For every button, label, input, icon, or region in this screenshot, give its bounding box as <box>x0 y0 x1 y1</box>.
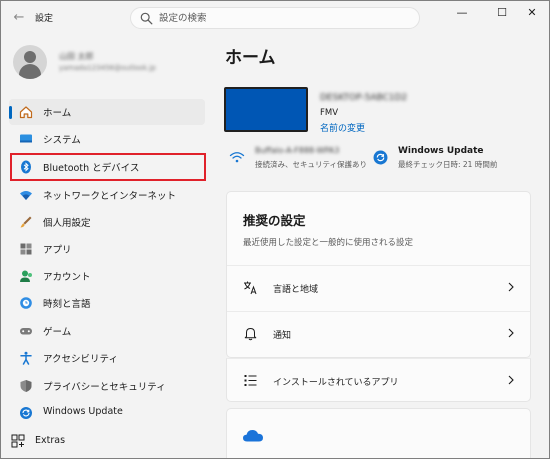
sidebar-item-label: アカウント <box>43 272 91 283</box>
sidebar-item-personalization[interactable]: 個人用設定 <box>9 209 205 235</box>
privacy-shield-icon <box>20 380 32 392</box>
chevron-right-icon <box>508 375 514 385</box>
accounts-icon <box>20 270 32 282</box>
settings-row-notifications[interactable]: 通知 <box>227 311 530 355</box>
sidebar-item-label: アクセシビリティ <box>43 354 118 365</box>
sidebar-item-time-language[interactable]: 時刻と言語 <box>9 290 205 316</box>
onedrive-cloud-icon <box>243 430 263 442</box>
settings-window: ← 設定 — ☐ ✕ 山田 太郎 yamada123456@outlook.jp… <box>0 0 550 459</box>
windows-update-title: Windows Update <box>398 146 484 156</box>
network-status-text: 接続済み、セキュリティ保護あり <box>255 160 368 169</box>
network-icon <box>20 191 32 200</box>
device-thumbnail <box>224 87 308 132</box>
app-title: 設定 <box>35 14 54 24</box>
sidebar-item-label: ネットワークとインターネット <box>43 191 177 202</box>
sidebar-item-home[interactable]: ホーム <box>9 99 205 125</box>
sidebar-item-accounts[interactable]: アカウント <box>9 263 205 289</box>
maximize-button[interactable]: ☐ <box>485 1 519 27</box>
sidebar-item-label: Extras <box>35 435 66 446</box>
accessibility-icon <box>20 351 32 365</box>
settings-row-language-region[interactable]: 言語と地域 <box>227 265 530 309</box>
language-region-icon <box>244 281 257 295</box>
network-name: Buffalo-A-F888-WPA3 <box>255 146 340 155</box>
windows-update-last-check: 最終チェック日時: 21 時間前 <box>398 160 498 169</box>
profile-email: yamada123456@outlook.jp <box>59 64 156 72</box>
sidebar-item-label: ホーム <box>43 108 72 119</box>
sidebar-item-gaming[interactable]: ゲーム <box>9 318 205 344</box>
notification-bell-icon <box>244 328 257 341</box>
settings-row-installed-apps[interactable]: インストールされているアプリ <box>226 358 531 402</box>
active-indicator <box>9 106 12 119</box>
user-profile[interactable]: 山田 太郎 yamada123456@outlook.jp <box>13 45 203 81</box>
personalization-icon <box>20 216 32 228</box>
device-model: FMV <box>320 108 339 118</box>
card-subtitle: 最近使用した設定と一般的に使用される設定 <box>243 238 414 248</box>
chevron-right-icon <box>508 282 514 292</box>
highlight-box <box>10 153 206 181</box>
system-icon <box>20 134 32 143</box>
chevron-right-icon <box>508 328 514 338</box>
search-input[interactable] <box>159 8 409 28</box>
windows-update-icon <box>373 150 388 165</box>
avatar <box>13 45 47 79</box>
sidebar-item-apps[interactable]: アプリ <box>9 236 205 262</box>
installed-apps-icon <box>244 375 257 386</box>
network-status[interactable]: Buffalo-A-F888-WPA3 接続済み、セキュリティ保護あり <box>229 146 369 176</box>
onedrive-card[interactable] <box>226 408 531 458</box>
page-title: ホーム <box>225 48 276 68</box>
back-button[interactable]: ← <box>9 8 29 28</box>
home-icon <box>19 106 33 119</box>
card-title: 推奨の設定 <box>243 213 306 228</box>
row-label: インストールされているアプリ <box>273 378 399 388</box>
extras-icon <box>11 434 25 448</box>
device-name: DESKTOP-5ABC1D2 <box>320 93 408 103</box>
time-language-icon <box>20 297 32 309</box>
sidebar-item-label: 時刻と言語 <box>43 299 91 310</box>
gaming-icon <box>20 328 32 335</box>
profile-name: 山田 太郎 <box>59 52 94 61</box>
search-icon <box>140 12 153 25</box>
windows-update-status[interactable]: Windows Update 最終チェック日時: 21 時間前 <box>373 146 543 176</box>
sidebar-item-privacy[interactable]: プライバシーとセキュリティ <box>9 373 205 399</box>
windows-update-icon <box>20 407 32 419</box>
sidebar-item-label: プライバシーとセキュリティ <box>43 382 166 393</box>
sidebar-item-label: システム <box>43 135 81 146</box>
sidebar-item-label: ゲーム <box>43 327 72 338</box>
search-box[interactable] <box>130 7 420 29</box>
recommended-settings-card: 推奨の設定 最近使用した設定と一般的に使用される設定 言語と地域 通知 <box>226 191 531 358</box>
row-label: 通知 <box>273 331 292 341</box>
sidebar-item-network[interactable]: ネットワークとインターネット <box>9 182 205 208</box>
title-bar: ← 設定 — ☐ ✕ <box>1 1 549 35</box>
wifi-icon <box>229 152 245 163</box>
sidebar-item-label: アプリ <box>43 245 72 256</box>
apps-icon <box>20 243 32 255</box>
minimize-button[interactable]: — <box>445 1 479 27</box>
sidebar-item-system[interactable]: システム <box>9 126 205 152</box>
sidebar-item-accessibility[interactable]: アクセシビリティ <box>9 345 205 371</box>
sidebar-item-label: Windows Update <box>43 406 123 417</box>
row-label: 言語と地域 <box>273 285 319 295</box>
sidebar-item-label: 個人用設定 <box>43 218 91 229</box>
close-button[interactable]: ✕ <box>515 1 549 27</box>
sidebar-item-extras[interactable]: Extras <box>9 432 199 450</box>
rename-link[interactable]: 名前の変更 <box>320 121 365 134</box>
sidebar-item-windows-update[interactable]: Windows Update <box>9 400 205 426</box>
